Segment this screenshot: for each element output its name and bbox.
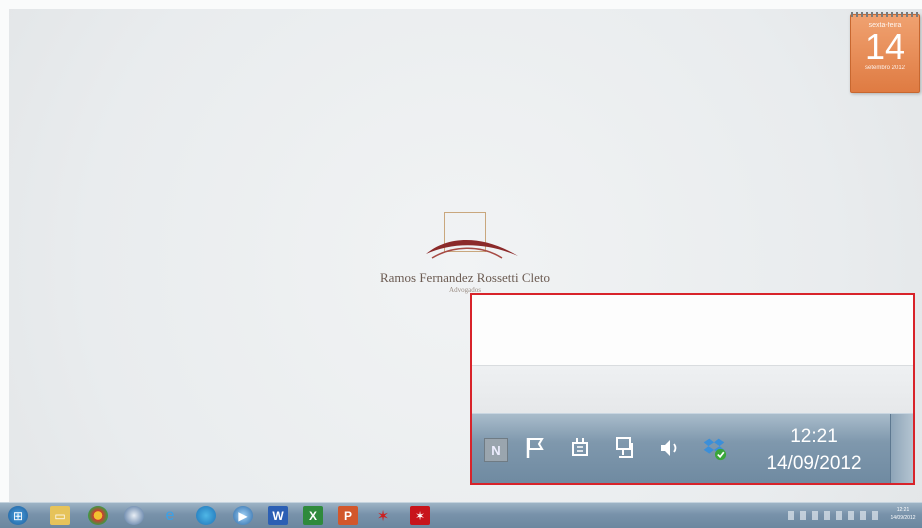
acrobat-icon[interactable]: ✶ (373, 506, 393, 525)
zoom-window-area (472, 295, 913, 365)
notes-icon[interactable]: N (484, 438, 508, 462)
taskbar-tray-icons[interactable] (788, 511, 883, 520)
adobe-reader-icon[interactable]: ✶ (410, 506, 430, 525)
desktop-left-edge (0, 0, 9, 527)
action-center-flag-icon[interactable] (522, 434, 550, 462)
zoom-clock[interactable]: 12:21 14/09/2012 (754, 423, 874, 477)
calendar-month: setembro 2012 (864, 65, 906, 71)
network-icon[interactable] (612, 434, 640, 462)
zoom-clock-time: 12:21 (790, 426, 838, 447)
zoom-window-band (472, 365, 913, 414)
taskbar-clock-date: 14/09/2012 (890, 515, 916, 521)
windows-media-player-icon[interactable]: ▶ (233, 506, 253, 525)
volume-icon[interactable] (655, 434, 683, 462)
calendar-rings (851, 12, 919, 17)
dropbox-icon[interactable] (700, 434, 728, 462)
show-desktop-button[interactable] (890, 414, 913, 483)
wallpaper-logo: Ramos Fernandez Rossetti Cleto Advogados (360, 210, 570, 305)
zoom-clock-date: 14/09/2012 (766, 453, 862, 474)
calendar-weekday: sexta-feira (868, 22, 902, 29)
chrome-icon[interactable] (88, 506, 108, 525)
calendar-day: 14 (864, 26, 906, 67)
logo-name: Ramos Fernandez Rossetti Cleto (379, 270, 551, 285)
excel-icon[interactable]: X (303, 506, 323, 525)
logo-swoosh-icon (426, 240, 518, 259)
power-icon[interactable] (567, 434, 595, 462)
start-orb-icon[interactable]: ⊞ (8, 506, 28, 525)
desktop: sexta-feira 14 setembro 2012 Ramos Ferna… (0, 0, 922, 528)
app-blue-circle-icon[interactable] (196, 506, 216, 525)
desktop-top-edge (0, 0, 922, 9)
zoom-taskbar: N 12:21 14/09/2012 (472, 413, 913, 483)
taskbar-clock[interactable]: 12:21 14/09/2012 (886, 506, 920, 522)
taskbar: ⊞ ▭ e ▶ W X P ✶ ✶ 12:21 14/09/2012 (0, 502, 922, 528)
word-icon[interactable]: W (268, 506, 288, 525)
powerpoint-icon[interactable]: P (338, 506, 358, 525)
zoom-callout: N 12:21 14/09/2012 (470, 293, 915, 485)
thunderbird-icon[interactable] (124, 506, 144, 525)
taskbar-clock-time: 12:21 (896, 507, 910, 513)
windows-explorer-icon[interactable]: ▭ (50, 506, 70, 525)
internet-explorer-icon[interactable]: e (160, 506, 180, 525)
calendar-gadget[interactable]: sexta-feira 14 setembro 2012 (850, 12, 920, 93)
